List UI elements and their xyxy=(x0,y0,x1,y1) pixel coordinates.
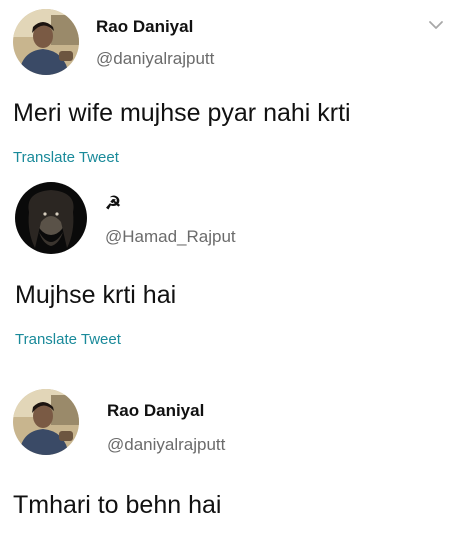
tweet-text: Meri wife mujhse pyar nahi krti xyxy=(13,99,351,127)
avatar[interactable] xyxy=(13,389,79,455)
user-handle[interactable]: @Hamad_Rajput xyxy=(105,227,236,247)
user-handle[interactable]: @daniyalrajputt xyxy=(96,49,214,69)
translate-tweet-link[interactable]: Translate Tweet xyxy=(15,331,121,348)
tweet-2[interactable]: ☭ @Hamad_Rajput Mujhse krti hai Translat… xyxy=(0,175,450,360)
display-name[interactable]: Rao Daniyal xyxy=(107,401,204,421)
tweet-text: Tmhari to behn hai xyxy=(13,491,222,519)
tweet-3[interactable]: Rao Daniyal @daniyalrajputt Tmhari to be… xyxy=(0,380,450,549)
chevron-down-icon[interactable] xyxy=(428,19,444,31)
display-name[interactable]: Rao Daniyal xyxy=(96,17,193,37)
tweet-text: Mujhse krti hai xyxy=(15,281,177,309)
avatar[interactable] xyxy=(15,182,87,254)
avatar[interactable] xyxy=(13,9,79,75)
tweet-1[interactable]: Rao Daniyal @daniyalrajputt Meri wife mu… xyxy=(0,0,450,175)
hammer-sickle-icon: ☭ xyxy=(105,193,122,213)
translate-tweet-link[interactable]: Translate Tweet xyxy=(13,149,119,166)
user-handle[interactable]: @daniyalrajputt xyxy=(107,435,225,455)
